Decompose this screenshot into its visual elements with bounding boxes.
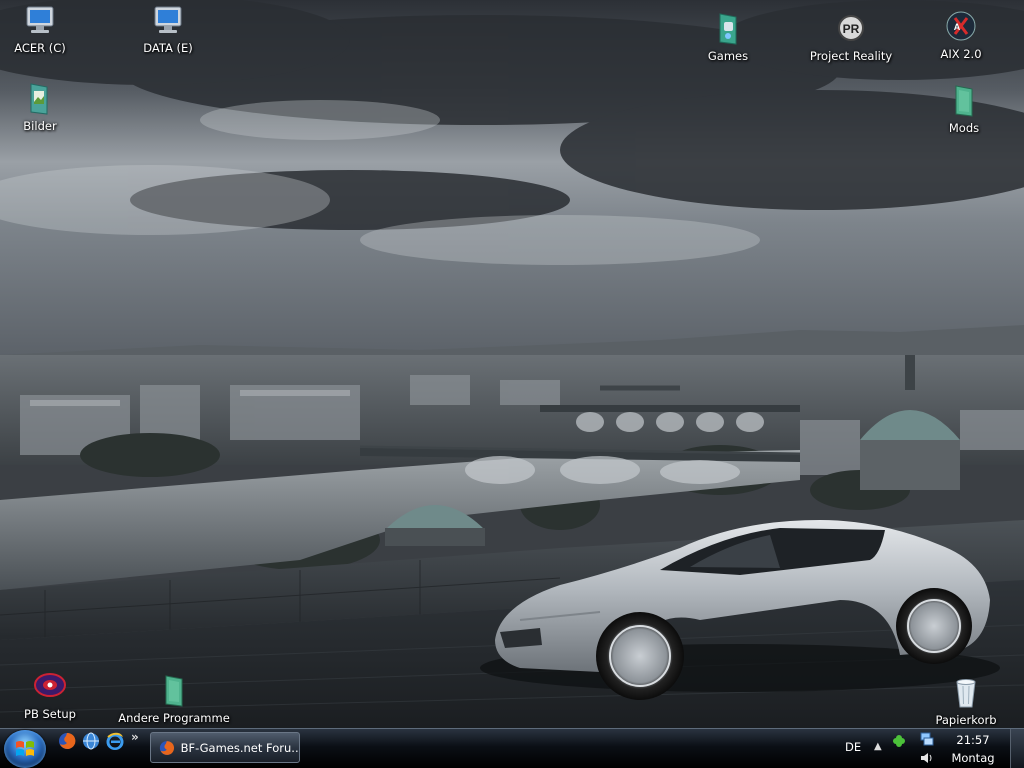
quick-launch-more-button[interactable]: » xyxy=(131,730,139,744)
desktop-icon-label: Games xyxy=(707,49,749,63)
games-folder-icon xyxy=(719,13,737,45)
desktop-icon-label: Papierkorb xyxy=(935,713,997,727)
project-reality-icon: PR xyxy=(838,15,864,41)
start-button[interactable] xyxy=(4,730,46,768)
desktop-icon-label: DATA (E) xyxy=(143,41,193,55)
folder-icon xyxy=(955,85,973,117)
windows-logo-icon xyxy=(16,741,34,756)
taskbar: » BF-Games.net Foru... DE ▲ 21:57 Montag xyxy=(0,728,1024,768)
desktop-icon-label: Project Reality xyxy=(809,49,893,63)
desktop-icon-label: Mods xyxy=(948,121,980,135)
svg-text:A: A xyxy=(954,22,961,32)
network-globe-icon[interactable] xyxy=(82,732,100,750)
desktop-icon-project-reality[interactable]: PR Project Reality xyxy=(803,12,899,63)
desktop-icon-mods[interactable]: Mods xyxy=(916,84,1012,135)
internet-explorer-icon[interactable] xyxy=(106,732,124,750)
show-desktop-button[interactable] xyxy=(1010,729,1024,768)
desktop-icon-aix[interactable]: A AIX 2.0 xyxy=(913,10,1009,61)
folder-icon xyxy=(165,675,183,707)
volume-icon[interactable] xyxy=(920,751,934,765)
drive-computer-icon xyxy=(26,6,54,33)
desktop-icon-andere-programme[interactable]: Andere Programme xyxy=(118,674,230,725)
language-indicator[interactable]: DE xyxy=(845,740,861,754)
aix-icon: A xyxy=(946,11,976,41)
taskbar-button-label: BF-Games.net Foru... xyxy=(180,740,299,755)
taskbar-button-firefox[interactable]: BF-Games.net Foru... xyxy=(150,732,300,763)
car xyxy=(480,520,1000,700)
recycle-bin-icon xyxy=(956,679,976,708)
wallpaper-image xyxy=(0,0,1024,728)
svg-text:PR: PR xyxy=(843,22,860,36)
desktop-wallpaper xyxy=(0,0,1024,728)
clover-icon[interactable] xyxy=(892,734,906,748)
network-icon[interactable] xyxy=(920,732,934,746)
desktop-icon-label: ACER (C) xyxy=(14,41,66,55)
pictures-folder-icon xyxy=(30,83,48,115)
desktop-icon-games[interactable]: Games xyxy=(680,12,776,63)
show-hidden-icons-button[interactable]: ▲ xyxy=(874,741,882,752)
desktop-icon-label: AIX 2.0 xyxy=(940,47,982,61)
desktop-icon-pb-setup[interactable]: PB Setup xyxy=(2,670,98,721)
clock[interactable]: 21:57 Montag xyxy=(944,731,1002,767)
desktop-icon-label: Andere Programme xyxy=(118,711,230,725)
desktop-icon-label: PB Setup xyxy=(24,707,76,721)
desktop-icon-acer-c[interactable]: ACER (C) xyxy=(0,4,88,55)
firefox-icon[interactable] xyxy=(58,732,76,750)
desktop-icon-label: Bilder xyxy=(23,119,57,133)
desktop-icon-data-e[interactable]: DATA (E) xyxy=(120,4,216,55)
desktop-icon-bilder[interactable]: Bilder xyxy=(0,82,88,133)
desktop-icon-papierkorb[interactable]: Papierkorb xyxy=(918,676,1014,727)
drive-computer-icon xyxy=(154,6,182,33)
firefox-icon xyxy=(159,740,175,755)
punkbuster-icon xyxy=(34,673,66,697)
clock-time: 21:57 xyxy=(956,733,990,747)
clock-day: Montag xyxy=(951,751,995,765)
